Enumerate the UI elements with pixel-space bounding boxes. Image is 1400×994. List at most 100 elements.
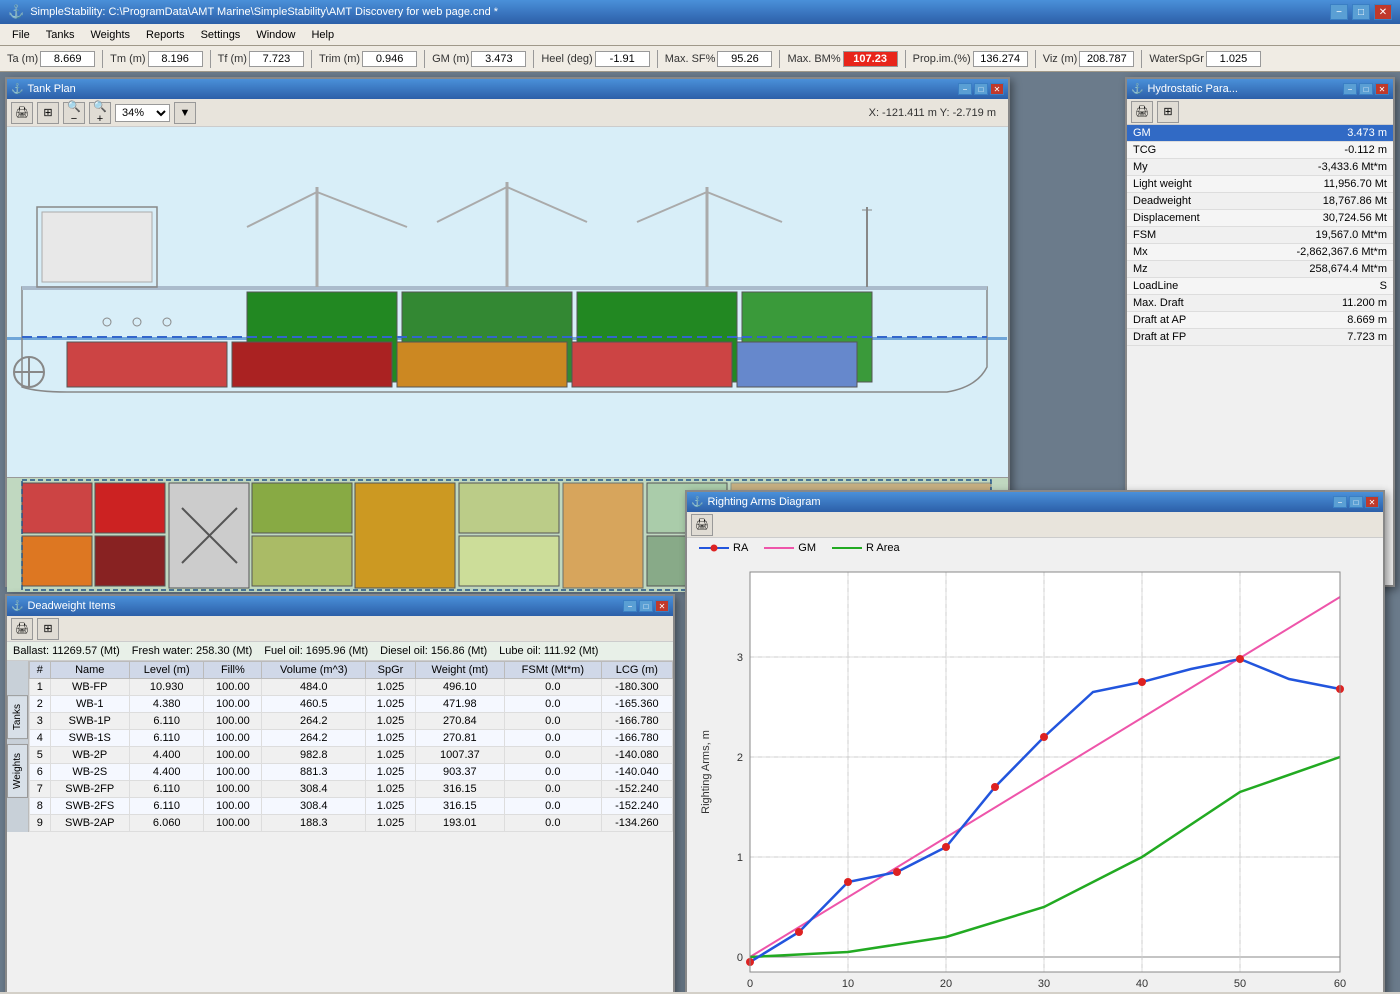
- list-item: 1: [30, 679, 51, 696]
- dw-export[interactable]: ⊞: [37, 618, 59, 640]
- list-item: 496.10: [415, 679, 504, 696]
- dw-toolbar: 🖨 ⊞: [7, 616, 673, 642]
- menu-weights[interactable]: Weights: [82, 27, 138, 43]
- list-item: 193.01: [415, 815, 504, 832]
- list-item: 881.3: [262, 764, 366, 781]
- hydro-copy[interactable]: ⊞: [1157, 101, 1179, 123]
- ra-toolbar: 🖨: [687, 512, 1383, 538]
- zoom-select[interactable]: 25% 34% 50% 75% 100%: [115, 104, 170, 122]
- list-item: -140.080: [601, 747, 672, 764]
- zoom-out-btn[interactable]: 🔍−: [63, 102, 85, 124]
- table-row: 3SWB-1P6.110100.00264.21.025270.840.0-16…: [30, 713, 673, 730]
- list-item: WB-2S: [50, 764, 129, 781]
- status-label: GM (m): [432, 53, 469, 65]
- list-item: 6.110: [129, 730, 203, 747]
- zoom-in-btn[interactable]: 🔍+: [89, 102, 111, 124]
- list-item: 270.81: [415, 730, 504, 747]
- list-item: 1.025: [366, 781, 416, 798]
- svg-text:1: 1: [737, 852, 743, 864]
- list-item: 0.0: [504, 747, 601, 764]
- list-item: 9: [30, 815, 51, 832]
- menu-window[interactable]: Window: [248, 27, 303, 43]
- righting-chart: 0 1 2 3 0 10 20 30 40 50 60 Righting Arm…: [695, 562, 1355, 992]
- hydro-value: 11.200 m: [1242, 295, 1393, 312]
- list-item: 2: [30, 696, 51, 713]
- deadweight-panel: ⚓ Deadweight Items − □ ✕ 🖨 ⊞ Ballast: 11…: [5, 594, 675, 992]
- legend-gm: GM: [764, 542, 816, 554]
- status-label: Tm (m): [110, 53, 145, 65]
- hydro-label: Max. Draft: [1127, 295, 1242, 312]
- list-item: 308.4: [262, 798, 366, 815]
- ra-print[interactable]: 🖨: [691, 514, 713, 536]
- column-header: LCG (m): [601, 662, 672, 679]
- ra-maximize[interactable]: □: [1349, 496, 1363, 508]
- list-item: 100.00: [204, 679, 262, 696]
- menu-help[interactable]: Help: [303, 27, 342, 43]
- list-item: -134.260: [601, 815, 672, 832]
- menu-tanks[interactable]: Tanks: [38, 27, 83, 43]
- list-item: 471.98: [415, 696, 504, 713]
- dw-print[interactable]: 🖨: [11, 618, 33, 640]
- dw-minimize[interactable]: −: [623, 600, 637, 612]
- righting-title: Righting Arms Diagram: [707, 496, 820, 508]
- hydro-minimize[interactable]: −: [1343, 83, 1357, 95]
- minimize-btn[interactable]: −: [1330, 4, 1348, 20]
- status-value: 8.196: [148, 51, 203, 67]
- list-item: 6.110: [129, 713, 203, 730]
- dw-summary-item: Ballast: 11269.57 (Mt): [13, 645, 120, 657]
- hydro-maximize[interactable]: □: [1359, 83, 1373, 95]
- maximize-btn[interactable]: □: [1352, 4, 1370, 20]
- list-item: -166.780: [601, 730, 672, 747]
- status-item-max--bm-: Max. BM%107.23: [784, 51, 900, 67]
- ra-close[interactable]: ✕: [1365, 496, 1379, 508]
- svg-text:20: 20: [940, 978, 952, 990]
- list-item: -180.300: [601, 679, 672, 696]
- tank-plan-close[interactable]: ✕: [990, 83, 1004, 95]
- list-item: -140.040: [601, 764, 672, 781]
- status-label: Tf (m): [218, 53, 247, 65]
- print-btn[interactable]: 🖨: [11, 102, 33, 124]
- close-btn[interactable]: ✕: [1374, 4, 1392, 20]
- dw-summary-item: Lube oil: 111.92 (Mt): [499, 645, 598, 657]
- chart-legend: RA GM R Area: [687, 538, 1383, 558]
- list-item: 0.0: [504, 679, 601, 696]
- hydro-value: 8.669 m: [1242, 312, 1393, 329]
- list-item: 0.0: [504, 764, 601, 781]
- table-row: 9SWB-2AP6.060100.00188.31.025193.010.0-1…: [30, 815, 673, 832]
- table-row: 1WB-FP10.930100.00484.01.025496.100.0-18…: [30, 679, 673, 696]
- list-item: -165.360: [601, 696, 672, 713]
- hydro-label: Mz: [1127, 261, 1242, 278]
- hydro-close[interactable]: ✕: [1375, 83, 1389, 95]
- menu-reports[interactable]: Reports: [138, 27, 193, 43]
- zoom-dropdown-btn[interactable]: ▼: [174, 102, 196, 124]
- hydro-label: My: [1127, 159, 1242, 176]
- list-item: 0.0: [504, 730, 601, 747]
- table-row: 2WB-14.380100.00460.51.025471.980.0-165.…: [30, 696, 673, 713]
- tank-plan-minimize[interactable]: −: [958, 83, 972, 95]
- list-item: WB-1: [50, 696, 129, 713]
- list-item: 264.2: [262, 730, 366, 747]
- svg-text:3: 3: [737, 652, 743, 664]
- ra-minimize[interactable]: −: [1333, 496, 1347, 508]
- list-item: 264.2: [262, 713, 366, 730]
- dw-close[interactable]: ✕: [655, 600, 669, 612]
- status-item-viz--m-: Viz (m)208.787: [1040, 51, 1138, 67]
- tanks-tab[interactable]: Tanks: [7, 695, 28, 739]
- status-label: Heel (deg): [541, 53, 592, 65]
- hydro-print[interactable]: 🖨: [1131, 101, 1153, 123]
- column-header: FSMt (Mt*m): [504, 662, 601, 679]
- list-item: 1.025: [366, 696, 416, 713]
- weights-tab[interactable]: Weights: [7, 744, 28, 798]
- copy-btn[interactable]: ⊞: [37, 102, 59, 124]
- table-row: 7SWB-2FP6.110100.00308.41.025316.150.0-1…: [30, 781, 673, 798]
- table-row: Deadweight18,767.86 Mt: [1127, 193, 1393, 210]
- status-label: WaterSpGr: [1149, 53, 1204, 65]
- dw-maximize[interactable]: □: [639, 600, 653, 612]
- tank-plan-maximize[interactable]: □: [974, 83, 988, 95]
- list-item: 100.00: [204, 764, 262, 781]
- coordinates: X: -121.411 m Y: -2.719 m: [869, 107, 1004, 119]
- list-item: 100.00: [204, 798, 262, 815]
- menu-settings[interactable]: Settings: [193, 27, 249, 43]
- menu-file[interactable]: File: [4, 27, 38, 43]
- deadweight-titlebar: ⚓ Deadweight Items − □ ✕: [7, 596, 673, 616]
